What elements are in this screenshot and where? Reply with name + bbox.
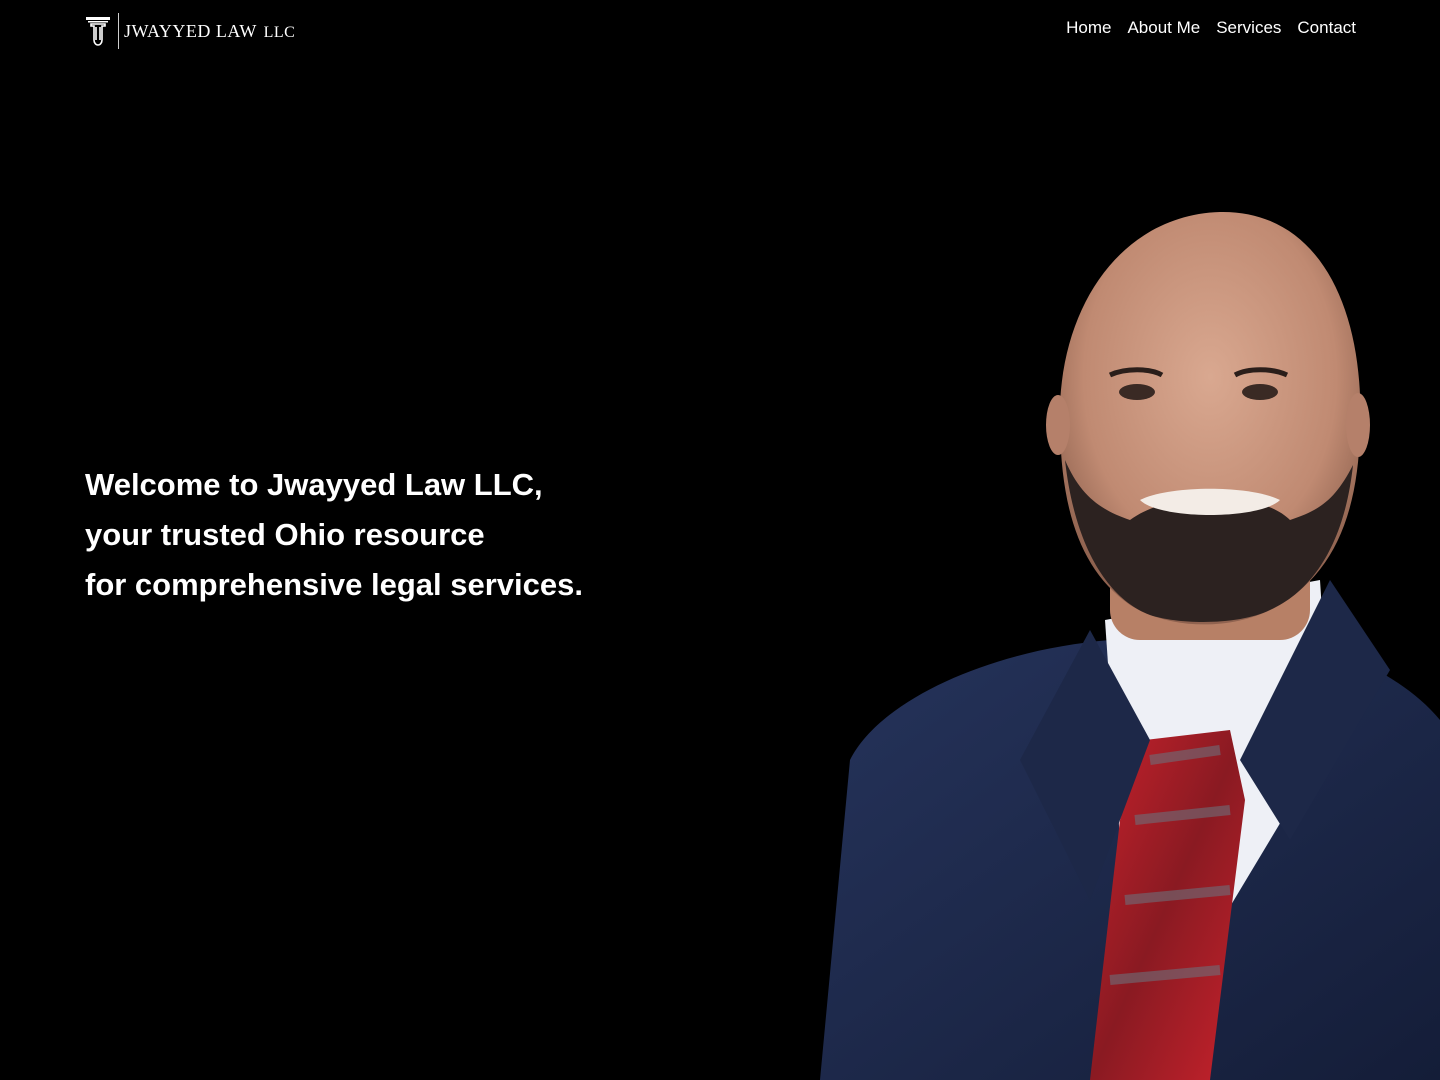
pillar-monogram-icon	[86, 17, 110, 46]
brand-suffix: LLC	[263, 23, 296, 41]
nav-home[interactable]: Home	[1066, 18, 1111, 38]
hero-headline: Welcome to Jwayyed Law LLC, your trusted…	[85, 460, 583, 610]
nav-services[interactable]: Services	[1216, 18, 1281, 38]
headline-line-1: Welcome to Jwayyed Law LLC,	[85, 467, 543, 502]
headline-line-3: for comprehensive legal services.	[85, 567, 583, 602]
brand-logo[interactable]: JWAYYED LAW LLC	[84, 12, 295, 50]
headline-line-2: your trusted Ohio resource	[85, 517, 485, 552]
brand-name: JWAYYED LAW LLC	[124, 21, 295, 42]
logo-divider	[118, 13, 119, 49]
page: JWAYYED LAW LLC Home About Me Services C…	[0, 0, 1440, 1080]
nav-about-me[interactable]: About Me	[1127, 18, 1200, 38]
attorney-portrait	[820, 211, 1440, 1080]
brand-name-text: JWAYYED LAW	[124, 20, 257, 41]
main-nav: Home About Me Services Contact	[1066, 18, 1356, 38]
nav-contact[interactable]: Contact	[1297, 18, 1356, 38]
